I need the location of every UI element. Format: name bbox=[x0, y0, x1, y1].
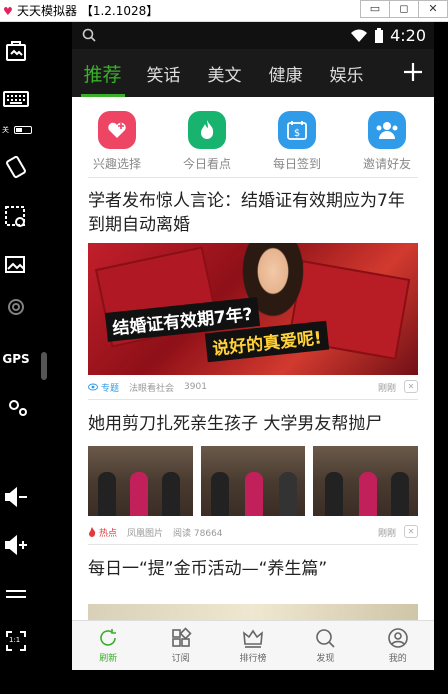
shortcut-today[interactable]: 今日看点 bbox=[162, 111, 252, 177]
gps-button[interactable]: GPS bbox=[0, 344, 32, 374]
nav-label: 发现 bbox=[316, 654, 335, 664]
article-image-row bbox=[88, 446, 419, 516]
battery-icon bbox=[375, 27, 384, 43]
keyboard-toggle-label: 关 bbox=[2, 126, 9, 134]
article-thumbnail[interactable] bbox=[88, 446, 193, 516]
nav-label: 排行榜 bbox=[239, 654, 267, 664]
shortcut-invite[interactable]: 邀请好友 bbox=[342, 111, 432, 177]
article-cover-image[interactable] bbox=[88, 604, 418, 620]
add-category-icon[interactable] bbox=[402, 61, 424, 83]
invite-friends-icon bbox=[368, 111, 406, 149]
category-tabbar: 推荐 笑话 美文 健康 娱乐 bbox=[72, 49, 434, 97]
article-title[interactable]: 每日一“提”金币活动—“养生篇” bbox=[88, 545, 418, 581]
article-cover-image[interactable]: 结婚证有效期7年? 说好的真爱呢! bbox=[88, 243, 418, 375]
search-icon[interactable] bbox=[82, 28, 96, 42]
camera-icon[interactable] bbox=[0, 294, 32, 324]
crown-icon bbox=[243, 629, 263, 648]
calendar-dollar-icon: $ bbox=[278, 111, 316, 149]
user-icon bbox=[387, 628, 408, 648]
shortcut-checkin[interactable]: $ 每日签到 bbox=[252, 111, 342, 177]
shortcut-label: 兴趣选择 bbox=[92, 157, 141, 171]
android-nav-bar bbox=[72, 670, 434, 694]
nav-refresh[interactable]: 刷新 bbox=[72, 621, 144, 670]
grid-icon bbox=[171, 627, 192, 647]
nav-ranking[interactable]: 排行榜 bbox=[217, 621, 289, 670]
svg-text:$: $ bbox=[294, 128, 300, 139]
tab-health[interactable]: 健康 bbox=[255, 61, 316, 86]
nav-label: 订阅 bbox=[171, 654, 190, 664]
tag-label: 专题 bbox=[101, 383, 120, 394]
tab-entertainment[interactable]: 娱乐 bbox=[316, 61, 377, 86]
eye-icon bbox=[88, 383, 98, 391]
shortcut-label: 今日看点 bbox=[182, 157, 231, 171]
article-thumbnail[interactable] bbox=[200, 446, 306, 516]
article-item[interactable]: 每日一“提”金币活动—“养生篇” bbox=[72, 545, 434, 581]
article-source: 法眼看社会 bbox=[129, 383, 175, 394]
nav-discover[interactable]: 发现 bbox=[289, 621, 361, 670]
rotate-icon[interactable] bbox=[0, 152, 32, 182]
tab-active-indicator bbox=[81, 94, 125, 97]
article-title[interactable]: 她用剪刀扎死亲生孩子 大学男友帮抛尸 bbox=[88, 400, 418, 436]
article-thumbnail[interactable] bbox=[313, 446, 419, 516]
shortcut-label: 每日签到 bbox=[272, 157, 321, 171]
volume-down-icon[interactable] bbox=[0, 482, 32, 512]
bottom-navigation: 刷新 订阅 排行榜 发现 我的 bbox=[72, 620, 434, 670]
article-count: 3901 bbox=[184, 382, 207, 392]
screenshot-icon[interactable] bbox=[0, 202, 32, 232]
article-item[interactable]: 学者发布惊人言论：结婚证有效期应为7年到期自动离婚 结婚证有效期7年? 说好的真… bbox=[72, 178, 434, 399]
shortcut-label: 邀请好友 bbox=[362, 157, 411, 171]
flame-icon bbox=[188, 111, 226, 149]
article-meta: 热点 凤凰图片 阅读 78664 刚刚 ✕ bbox=[88, 520, 418, 544]
hot-tag: 热点 bbox=[88, 526, 117, 539]
keyboard-icon[interactable] bbox=[0, 84, 32, 114]
nav-subscribe[interactable]: 订阅 bbox=[144, 621, 216, 670]
article-meta: 专题 法眼看社会 3901 刚刚 ✕ bbox=[88, 375, 418, 399]
shortcut-interest[interactable]: 兴趣选择 bbox=[72, 111, 162, 177]
interest-heart-icon bbox=[98, 111, 136, 149]
window-title: 天天模拟器 【1.2.1028】 bbox=[17, 4, 159, 18]
maximize-button[interactable]: ◻ bbox=[389, 0, 419, 18]
gps-label: GPS bbox=[2, 352, 30, 366]
keyboard-toggle[interactable]: 关 bbox=[2, 125, 32, 135]
settings-gear-icon[interactable] bbox=[0, 392, 32, 422]
article-source: 凤凰图片 bbox=[127, 528, 164, 539]
article-count: 阅读 78664 bbox=[173, 528, 223, 539]
volume-up-icon[interactable] bbox=[0, 530, 32, 560]
tab-essays[interactable]: 美文 bbox=[194, 61, 255, 86]
nav-label: 刷新 bbox=[99, 654, 118, 664]
wifi-icon bbox=[351, 29, 368, 42]
image-share-icon[interactable] bbox=[0, 250, 32, 280]
refresh-icon bbox=[100, 629, 117, 646]
article-time: 刚刚 bbox=[377, 528, 396, 539]
menu-icon[interactable] bbox=[0, 580, 32, 610]
apk-install-icon[interactable] bbox=[0, 36, 32, 66]
nav-profile[interactable]: 我的 bbox=[362, 621, 434, 670]
emulator-titlebar: ♥ 天天模拟器 【1.2.1028】 ▭ ◻ ✕ bbox=[0, 0, 448, 22]
shortcut-row: 兴趣选择 今日看点 $ 每日签到 邀请好友 bbox=[72, 97, 434, 177]
status-time: 4:20 bbox=[390, 26, 426, 45]
close-window-button[interactable]: ✕ bbox=[418, 0, 448, 18]
phone-screen: 4:20 推荐 笑话 美文 健康 娱乐 兴趣选择 今日看点 $ 每日签到 邀请好… bbox=[72, 22, 434, 694]
emulator-sidebar: 关 GPS 1:1 bbox=[0, 22, 60, 694]
tab-recommend[interactable]: 推荐 bbox=[72, 60, 133, 87]
dismiss-button[interactable]: ✕ bbox=[404, 525, 418, 538]
tab-jokes[interactable]: 笑话 bbox=[133, 61, 194, 86]
article-title[interactable]: 学者发布惊人言论：结婚证有效期应为7年到期自动离婚 bbox=[88, 178, 418, 237]
dismiss-button[interactable]: ✕ bbox=[404, 380, 418, 393]
article-item[interactable]: 她用剪刀扎死亲生孩子 大学男友帮抛尸 热点 凤凰图片 阅读 78664 刚刚 ✕ bbox=[72, 400, 434, 544]
tag-label: 热点 bbox=[99, 528, 118, 539]
topic-tag: 专题 bbox=[88, 381, 119, 394]
nav-label: 我的 bbox=[388, 654, 407, 664]
screen-ratio-label: 1:1 bbox=[9, 636, 21, 644]
app-logo-icon: ♥ bbox=[3, 4, 13, 18]
search-icon bbox=[316, 629, 335, 648]
status-bar: 4:20 bbox=[72, 22, 434, 49]
minimize-button[interactable]: ▭ bbox=[360, 0, 390, 18]
article-time: 刚刚 bbox=[377, 383, 396, 394]
sidebar-collapse-handle[interactable] bbox=[41, 352, 47, 380]
hot-flame-icon bbox=[89, 527, 96, 537]
